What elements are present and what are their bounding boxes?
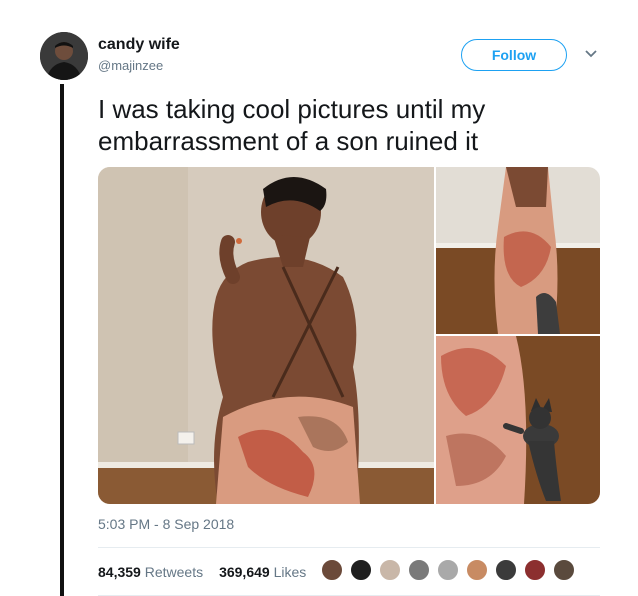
liker-avatar[interactable] [407, 558, 431, 582]
photo-top-right[interactable] [436, 167, 600, 334]
liker-avatar[interactable] [552, 558, 576, 582]
display-name[interactable]: candy wife [98, 36, 180, 54]
photo-main[interactable] [98, 167, 434, 504]
thread-line [60, 84, 64, 596]
liker-avatar[interactable] [494, 558, 518, 582]
retweets-stat[interactable]: 84,359 Retweets [98, 564, 203, 580]
liker-avatar[interactable] [465, 558, 489, 582]
photo-bottom-right[interactable] [436, 336, 600, 504]
avatar[interactable] [40, 32, 88, 80]
retweets-label: Retweets [144, 564, 204, 580]
liker-avatar[interactable] [320, 558, 344, 582]
liker-avatar[interactable] [436, 558, 460, 582]
likes-stat[interactable]: 369,649 Likes [219, 564, 306, 580]
chevron-down-icon[interactable] [583, 45, 599, 61]
engagement-stats: 84,359 Retweets 369,649 Likes [98, 564, 306, 580]
liker-avatar[interactable] [378, 558, 402, 582]
follow-button[interactable]: Follow [461, 39, 567, 71]
tweet-text: I was taking cool pictures until my emba… [98, 94, 486, 156]
divider [98, 547, 600, 548]
likes-count: 369,649 [219, 564, 270, 580]
media-grid [98, 167, 600, 504]
user-handle[interactable]: @majinzee [98, 58, 163, 73]
likes-label: Likes [273, 564, 307, 580]
liker-avatar[interactable] [349, 558, 373, 582]
retweets-count: 84,359 [98, 564, 141, 580]
liker-avatars [320, 558, 581, 582]
tweet-timestamp[interactable]: 5:03 PM - 8 Sep 2018 [98, 516, 234, 532]
liker-avatar[interactable] [523, 558, 547, 582]
